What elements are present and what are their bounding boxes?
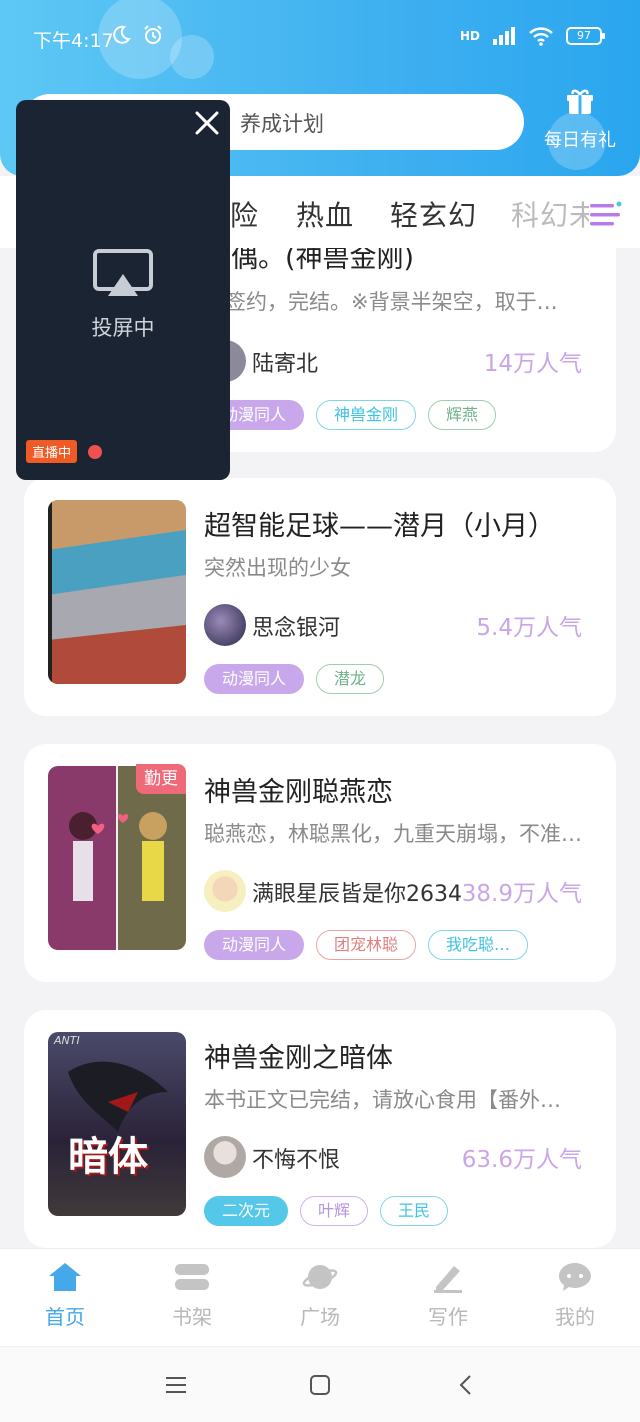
tag[interactable]: 叶辉 [300, 1196, 369, 1226]
nav-label: 广场 [300, 1305, 340, 1329]
nav-label: 书架 [172, 1305, 212, 1329]
tag[interactable]: 潜龙 [316, 664, 385, 694]
pencil-icon [434, 1266, 462, 1293]
screen-cast-overlay[interactable]: 投屏中 直播中 [16, 100, 230, 480]
tag[interactable]: 二次元 [204, 1196, 289, 1226]
search-placeholder: 养成计划 [240, 112, 324, 136]
live-badge: 直播中 [26, 440, 78, 463]
close-icon[interactable] [194, 110, 220, 136]
tab-item[interactable]: 科幻未 [511, 194, 589, 234]
cover-image [48, 500, 186, 684]
book-cover[interactable]: ANTI 暗体 [48, 1032, 186, 1216]
tag[interactable]: 动漫同人 [204, 664, 305, 694]
nav-label: 首页 [45, 1305, 85, 1329]
author-avatar [204, 604, 246, 646]
cover-small-text: ANTI [54, 1034, 80, 1047]
tag[interactable]: 王民 [380, 1196, 449, 1226]
book-desc: 已签约，完结。※背景半架空，取于… [204, 290, 558, 314]
book-card[interactable]: 勤更 神兽金刚聪燕恋 聪燕恋，林聪黑化，九重天崩塌，不准… 满眼星辰皆是你263… [24, 744, 616, 982]
home-square-icon[interactable] [308, 1373, 332, 1397]
status-time: 下午4:17 [33, 30, 114, 52]
gift-icon [567, 89, 593, 114]
popularity: 5.4万人气 [476, 615, 582, 641]
tag[interactable]: 动漫同人 [204, 930, 305, 960]
status-right: HD 97 [459, 26, 605, 46]
book-desc: 突然出现的少女 [204, 556, 351, 580]
chat-bubble-icon [559, 1263, 591, 1291]
live-dot [88, 445, 102, 459]
book-title: 超智能足球——潜月（小月） [204, 511, 555, 542]
nav-label: 写作 [428, 1305, 468, 1329]
tag-list: 二次元 叶辉 王民 [204, 1196, 449, 1226]
author-avatar [204, 1136, 246, 1178]
book-card[interactable]: ANTI 暗体 神兽金刚之暗体 本书正文已完结，请放心食用【番外… 不悔不恨 6… [24, 1010, 616, 1248]
book-title: 宠偶。(神兽金刚) [204, 248, 415, 274]
nav-plaza[interactable]: 广场 [275, 1261, 365, 1330]
frequent-update-badge: 勤更 [136, 764, 186, 794]
author-name: 不悔不恨 [252, 1148, 341, 1173]
author-name: 陆寄北 [252, 352, 319, 377]
tag[interactable]: 我吃聪… [428, 930, 529, 960]
nav-label: 我的 [555, 1305, 595, 1329]
tag-list: 动漫同人 神兽金刚 辉燕 [204, 400, 497, 430]
popularity: 38.9万人气 [461, 881, 582, 907]
moon-icon [113, 25, 131, 44]
hd-icon: HD [459, 29, 480, 43]
book-desc: 聪燕恋，林聪黑化，九重天崩塌，不准… [204, 822, 582, 846]
decor-bubble [170, 35, 214, 79]
tag-list: 动漫同人 潜龙 [204, 664, 385, 694]
alarm-icon [144, 25, 162, 44]
tag[interactable]: 团宠林聪 [316, 930, 417, 960]
back-icon[interactable] [456, 1373, 476, 1397]
tag-list: 动漫同人 团宠林聪 我吃聪… [204, 930, 529, 960]
cast-icon [93, 249, 153, 296]
popularity: 14万人气 [483, 351, 582, 377]
book-title: 神兽金刚聪燕恋 [204, 777, 393, 808]
cast-status-label: 投屏中 [91, 316, 155, 340]
book-card[interactable]: 超智能足球——潜月（小月） 突然出现的少女 思念银河 5.4万人气 动漫同人 潜… [24, 478, 616, 716]
menu-icon[interactable] [164, 1375, 188, 1395]
book-desc: 本书正文已完结，请放心食用【番外… [204, 1088, 561, 1112]
system-nav-bar [0, 1346, 640, 1422]
tab-item[interactable]: 轻玄幻 [390, 194, 477, 234]
tag[interactable]: 辉燕 [428, 400, 497, 430]
book-cover[interactable] [48, 500, 186, 684]
book-title: 神兽金刚之暗体 [204, 1043, 393, 1074]
bookshelf-icon [175, 1264, 209, 1290]
tab-item[interactable]: 险 [230, 194, 259, 234]
home-icon [49, 1263, 81, 1291]
popularity: 63.6万人气 [461, 1147, 582, 1173]
gift-label: 每日有礼 [544, 130, 616, 151]
nav-me[interactable]: 我的 [530, 1261, 620, 1330]
author-name: 思念银河 [252, 616, 341, 641]
status-icons [110, 24, 164, 46]
nav-home[interactable]: 首页 [20, 1261, 110, 1330]
wifi-icon [529, 27, 553, 46]
cover-title-text: 暗体 [68, 1133, 148, 1180]
planet-icon [302, 1265, 338, 1289]
nav-write[interactable]: 写作 [403, 1261, 493, 1330]
bottom-nav: 首页 书架 广场 写作 我的 [0, 1248, 640, 1346]
tab-item[interactable]: 热血 [296, 194, 354, 234]
signal-icon [493, 27, 515, 45]
nav-bookshelf[interactable]: 书架 [147, 1261, 237, 1330]
author-name: 满眼星辰皆是你2634 [252, 882, 462, 907]
tag[interactable]: 神兽金刚 [316, 400, 417, 430]
daily-gift-button[interactable]: 每日有礼 [540, 88, 620, 152]
author-avatar [204, 870, 246, 912]
category-menu-icon[interactable] [588, 198, 622, 232]
battery-icon: 97 [566, 27, 605, 45]
